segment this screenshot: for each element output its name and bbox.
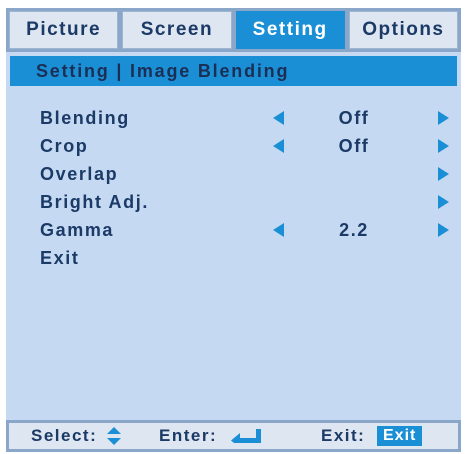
menu-item-overlap[interactable]: Overlap xyxy=(6,160,461,188)
arrow-right-icon[interactable] xyxy=(438,223,449,237)
menu-item-exit[interactable]: Exit xyxy=(6,244,461,272)
arrow-left-icon[interactable] xyxy=(273,139,284,153)
menu-item-crop[interactable]: Crop Off xyxy=(6,132,461,160)
enter-hint: Enter: xyxy=(159,426,218,445)
help-bar: Select: Enter: Exit: Exit xyxy=(6,420,461,452)
menu-item-value: Off xyxy=(338,108,370,128)
menu-item-bright-adj[interactable]: Bright Adj. xyxy=(6,188,461,216)
arrow-left-icon[interactable] xyxy=(273,223,284,237)
select-hint: Select: xyxy=(31,426,98,445)
arrow-right-icon[interactable] xyxy=(438,111,449,125)
tab-bar: Picture Screen Setting Options xyxy=(6,8,461,52)
arrow-right-icon[interactable] xyxy=(438,167,449,181)
breadcrumb: Setting | Image Blending xyxy=(10,56,457,86)
menu-item-label: Bright Adj. xyxy=(40,192,149,212)
tab-options[interactable]: Options xyxy=(348,11,458,49)
help-bar-inner: Select: Enter: Exit: Exit xyxy=(9,423,458,449)
exit-button[interactable]: Exit xyxy=(377,426,423,446)
menu-item-label: Blending xyxy=(40,108,130,128)
arrow-right-icon[interactable] xyxy=(438,139,449,153)
enter-return-icon xyxy=(231,429,261,443)
menu-item-label: Exit xyxy=(40,248,80,268)
menu-item-value: 2.2 xyxy=(339,220,369,240)
menu-item-value: Off xyxy=(338,136,370,156)
arrow-left-icon[interactable] xyxy=(273,111,284,125)
menu-item-gamma[interactable]: Gamma 2.2 xyxy=(6,216,461,244)
menu-item-label: Gamma xyxy=(40,220,115,240)
menu-item-blending[interactable]: Blending Off xyxy=(6,104,461,132)
tab-setting[interactable]: Setting xyxy=(235,11,345,49)
menu-list: Blending Off Crop Off Overlap Bright Adj… xyxy=(6,104,461,272)
arrow-right-icon[interactable] xyxy=(438,195,449,209)
tab-picture[interactable]: Picture xyxy=(9,11,119,49)
menu-item-label: Crop xyxy=(40,136,89,156)
osd-menu: Picture Screen Setting Options Setting |… xyxy=(6,8,461,452)
up-down-arrow-icon xyxy=(107,427,121,445)
tab-screen[interactable]: Screen xyxy=(122,11,232,49)
menu-item-label: Overlap xyxy=(40,164,119,184)
exit-hint: Exit: xyxy=(321,426,366,445)
